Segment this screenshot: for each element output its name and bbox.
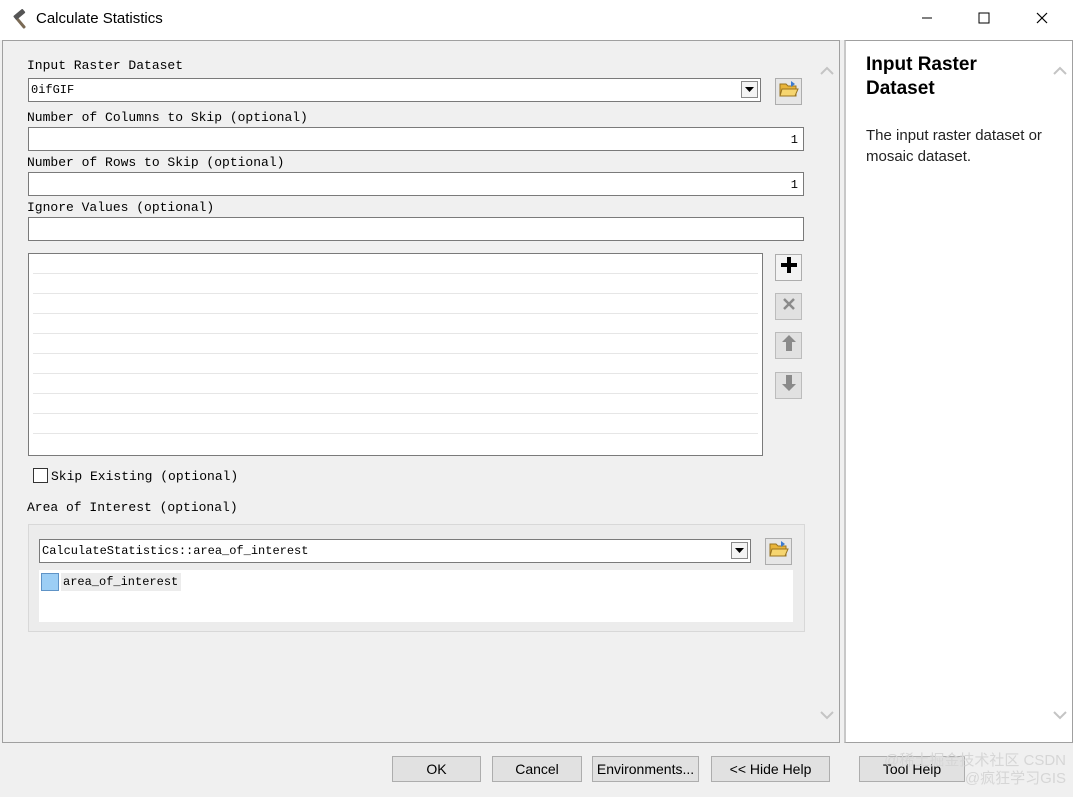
arrow-down-icon [781, 374, 797, 397]
help-pane: Input Raster Dataset The input raster da… [844, 40, 1073, 743]
input-raster-label: Input Raster Dataset [27, 58, 184, 73]
area-of-interest-dropdown-button[interactable] [731, 542, 748, 559]
help-title: Input Raster Dataset [866, 54, 977, 99]
list-item[interactable] [33, 254, 758, 274]
rows-skip-value: 1 [790, 178, 798, 192]
list-item[interactable] [33, 374, 758, 394]
minimize-icon [921, 11, 933, 29]
help-description: The input raster dataset or mosaic datas… [866, 127, 1042, 165]
close-button[interactable] [1013, 0, 1071, 40]
minimize-button[interactable] [898, 0, 956, 40]
open-folder-icon [778, 80, 799, 103]
maximize-button[interactable] [955, 0, 1013, 40]
ok-button[interactable]: OK [392, 756, 481, 782]
list-item[interactable] [33, 274, 758, 294]
ignore-values-input[interactable] [28, 217, 804, 241]
add-value-button[interactable] [775, 254, 802, 281]
rows-skip-input[interactable]: 1 [28, 172, 804, 196]
input-raster-combo[interactable]: 0ifGIF [28, 78, 761, 102]
plus-icon [780, 256, 798, 279]
chevron-down-icon [735, 547, 744, 553]
columns-skip-value: 1 [790, 133, 798, 147]
input-raster-dropdown-button[interactable] [741, 81, 758, 98]
list-item[interactable] [33, 354, 758, 374]
input-raster-browse-button[interactable] [775, 78, 802, 105]
ignore-values-list[interactable] [28, 253, 763, 456]
ignore-values-label: Ignore Values (optional) [27, 200, 215, 215]
parameters-pane: Input Raster Dataset 0ifGIF Number of Co… [2, 40, 840, 743]
columns-skip-label: Number of Columns to Skip (optional) [27, 110, 308, 125]
scroll-down-icon[interactable] [819, 709, 835, 721]
hide-help-button[interactable]: << Hide Help [711, 756, 830, 782]
list-item[interactable] [33, 414, 758, 434]
layer-color-swatch [41, 573, 59, 591]
cancel-button[interactable]: Cancel [492, 756, 582, 782]
list-item[interactable] [33, 334, 758, 354]
close-icon [1036, 11, 1048, 29]
move-down-button[interactable] [775, 372, 802, 399]
area-of-interest-group: CalculateStatistics::area_of_interest ar… [28, 524, 805, 632]
open-folder-icon [768, 540, 789, 563]
list-item[interactable] [33, 394, 758, 414]
maximize-icon [978, 11, 990, 29]
area-of-interest-feature-list[interactable]: area_of_interest [39, 570, 793, 622]
columns-skip-input[interactable]: 1 [28, 127, 804, 151]
area-of-interest-layer[interactable]: area_of_interest [61, 573, 182, 591]
scroll-up-icon[interactable] [819, 63, 835, 75]
area-of-interest-combo[interactable]: CalculateStatistics::area_of_interest [39, 539, 751, 563]
environments-button[interactable]: Environments... [592, 756, 699, 782]
help-scroll-down-icon[interactable] [1052, 709, 1068, 721]
help-scroll-up-icon[interactable] [1052, 63, 1068, 75]
chevron-down-icon [745, 86, 754, 92]
move-up-button[interactable] [775, 332, 802, 359]
input-raster-value: 0ifGIF [31, 83, 75, 97]
window-title: Calculate Statistics [36, 10, 163, 27]
list-item[interactable] [33, 294, 758, 314]
area-of-interest-value: CalculateStatistics::area_of_interest [42, 544, 309, 558]
arrow-up-icon [781, 334, 797, 357]
delete-value-button[interactable] [775, 293, 802, 320]
title-bar: Calculate Statistics [0, 0, 1073, 40]
skip-existing-label: Skip Existing (optional) [51, 469, 239, 484]
x-icon [782, 297, 796, 316]
hammer-icon [10, 9, 32, 31]
skip-existing-checkbox[interactable] [33, 468, 48, 483]
tool-help-button[interactable]: Tool Help [859, 756, 965, 782]
area-of-interest-label: Area of Interest (optional) [27, 500, 238, 515]
list-item[interactable] [33, 314, 758, 334]
area-of-interest-browse-button[interactable] [765, 538, 792, 565]
rows-skip-label: Number of Rows to Skip (optional) [27, 155, 285, 170]
